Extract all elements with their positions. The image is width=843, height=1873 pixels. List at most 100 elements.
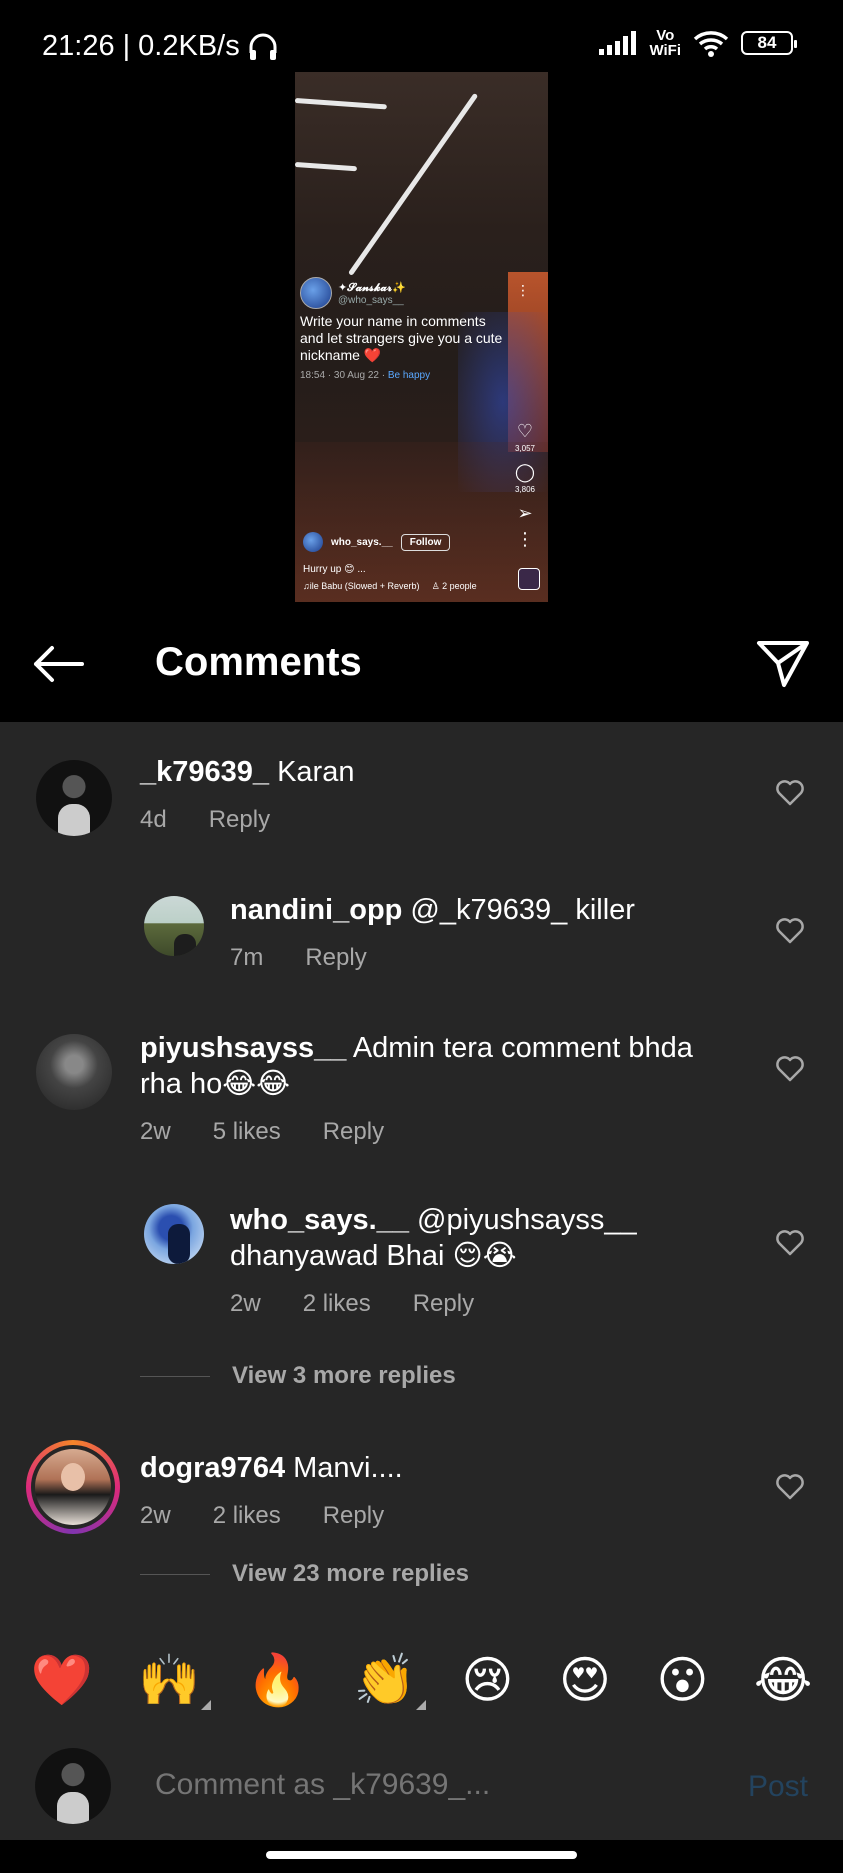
comment-meta: 2w 5 likes Reply <box>140 1118 384 1146</box>
volte-line1: Vo <box>656 27 675 44</box>
reply-button[interactable]: Reply <box>305 944 366 972</box>
tweet-text: Write your name in comments and let stra… <box>300 313 503 363</box>
emoji-reaction-bar: ❤️ 🙌 🔥 👏 😢 😍 😮 😂 <box>0 1640 843 1720</box>
post-button[interactable]: Post <box>748 1770 808 1804</box>
tweet-meta: 18:54 · 30 Aug 22 · Be happy <box>300 370 510 381</box>
comment-meta: 2w 2 likes Reply <box>230 1290 474 1318</box>
comment-username[interactable]: who_says.__ <box>230 1204 409 1236</box>
current-user-avatar <box>35 1748 111 1824</box>
comment-time: 2w <box>140 1118 171 1145</box>
comment-count: 3,806 <box>514 485 536 494</box>
heart-icon[interactable] <box>775 916 805 946</box>
reel-username[interactable]: who_says.__ <box>331 537 393 548</box>
vowifi-badge: Vo WiFi <box>649 28 681 58</box>
avatar[interactable] <box>35 1449 111 1525</box>
reply-button[interactable]: Reply <box>209 806 270 834</box>
avatar[interactable] <box>36 760 112 836</box>
ceiling-light <box>295 98 387 110</box>
comment-username[interactable]: _k79639_ <box>140 756 269 788</box>
heart-icon[interactable] <box>775 778 805 808</box>
divider <box>140 1375 210 1377</box>
comment-meta: 4d Reply <box>140 806 270 834</box>
audio-thumbnail[interactable] <box>518 568 540 590</box>
wifi-icon <box>693 31 729 57</box>
emoji-surprised[interactable]: 😮 <box>656 1652 708 1708</box>
tweet-author-handle: @who_says__ <box>338 294 404 306</box>
follow-button[interactable]: Follow <box>400 533 451 551</box>
navigation-bar <box>0 1840 843 1873</box>
tweet-tag: Be happy <box>387 370 431 381</box>
comment-text: who_says.__ @piyushsayss__ dhanyawad Bha… <box>230 1202 730 1274</box>
comment-text: dogra9764 Manvi.... <box>140 1450 740 1486</box>
likes-count[interactable]: 5 likes <box>213 1118 281 1146</box>
comment-time: 7m <box>230 944 264 971</box>
tweet-author-avatar <box>300 277 332 309</box>
audio-people: ♙ 2 people <box>431 581 477 591</box>
emoji-heart[interactable]: ❤️ <box>31 1652 93 1708</box>
tweet-time: 18:54 · 30 Aug 22 · <box>300 370 386 381</box>
reel-video-preview[interactable]: ⋮ ✦𝓢𝓪𝓷𝓼𝓴𝓪𝓻✨ @who_says__ Write your name … <box>295 72 548 602</box>
heart-icon[interactable] <box>775 1054 805 1084</box>
share-button[interactable] <box>753 634 813 694</box>
comment-time: 4d <box>140 806 167 833</box>
heart-icon[interactable] <box>775 1472 805 1502</box>
likes-count[interactable]: 2 likes <box>303 1290 371 1318</box>
comment-text: nandini_opp @_k79639_ killer <box>230 892 750 928</box>
status-bar: 21:26 | 0.2KB/s Vo WiFi 84 <box>0 0 843 72</box>
emoji-raised-hands[interactable]: 🙌 <box>138 1652 211 1710</box>
headphones-icon <box>249 33 277 60</box>
home-indicator[interactable] <box>266 1851 577 1859</box>
emoji-heart-eyes[interactable]: 😍 <box>559 1652 611 1708</box>
emoji-clap-glyph: 👏 <box>353 1651 416 1709</box>
comment-meta: 2w 2 likes Reply <box>140 1502 384 1530</box>
avatar[interactable] <box>36 1034 112 1110</box>
emoji-laughing[interactable]: 😂 <box>754 1652 812 1708</box>
comment-time: 2w <box>140 1502 171 1529</box>
like-count: 3,057 <box>514 444 536 453</box>
audio-title: ♫ile Babu (Slowed + Reverb) <box>303 581 420 591</box>
reply-button[interactable]: Reply <box>323 1118 384 1146</box>
view-more-replies[interactable]: View 3 more replies <box>140 1362 456 1390</box>
heart-icon[interactable] <box>775 1228 805 1258</box>
comment-meta: 7m Reply <box>230 944 367 972</box>
comment-time: 2w <box>230 1290 261 1317</box>
tweet-author-name: ✦𝓢𝓪𝓷𝓼𝓴𝓪𝓻✨ <box>338 281 406 294</box>
page-title: Comments <box>155 640 362 684</box>
status-left: 21:26 | 0.2KB/s <box>42 30 278 63</box>
status-time: 21:26 <box>42 30 115 62</box>
comment-text: _k79639_ Karan <box>140 754 740 790</box>
comment-composer: Post <box>0 1740 843 1840</box>
send-icon <box>757 641 809 687</box>
likes-count[interactable]: 2 likes <box>213 1502 281 1530</box>
emoji-fire[interactable]: 🔥 <box>246 1652 308 1708</box>
divider <box>140 1573 210 1575</box>
emoji-crying[interactable]: 😢 <box>461 1652 513 1708</box>
battery-indicator: 84 <box>741 31 797 55</box>
like-icon[interactable]: ♡ <box>517 422 533 440</box>
comment-text: piyushsayss__ Admin tera comment bhda rh… <box>140 1030 740 1102</box>
view-more-replies[interactable]: View 23 more replies <box>140 1560 469 1588</box>
reply-button[interactable]: Reply <box>413 1290 474 1318</box>
comment-username[interactable]: piyushsayss__ <box>140 1032 346 1064</box>
avatar[interactable] <box>144 896 204 956</box>
comment-username[interactable]: dogra9764 <box>140 1452 285 1484</box>
comment-icon[interactable]: ◯ <box>515 463 535 481</box>
volte-line2: WiFi <box>649 42 681 59</box>
skin-tone-indicator <box>200 1700 211 1710</box>
emoji-clap[interactable]: 👏 <box>353 1651 426 1710</box>
more-options-icon[interactable]: ⋮ <box>516 282 530 299</box>
reel-audio[interactable]: ♫ile Babu (Slowed + Reverb) ♙ 2 people <box>303 581 543 592</box>
back-button[interactable] <box>30 636 86 692</box>
comments-header: Comments <box>0 602 843 722</box>
reel-author-avatar[interactable] <box>303 532 323 552</box>
comment-input[interactable] <box>155 1768 715 1802</box>
reply-button[interactable]: Reply <box>323 1502 384 1530</box>
comment-username[interactable]: nandini_opp <box>230 894 402 926</box>
avatar[interactable] <box>144 1204 204 1264</box>
status-right: Vo WiFi 84 <box>599 28 797 58</box>
comment-message: Manvi.... <box>285 1452 403 1484</box>
status-speed: | 0.2KB/s <box>122 30 240 62</box>
view-more-label: View 3 more replies <box>232 1362 456 1389</box>
reel-caption[interactable]: Hurry up 😊 ... <box>303 564 543 575</box>
share-icon[interactable]: ➢ <box>517 504 532 522</box>
